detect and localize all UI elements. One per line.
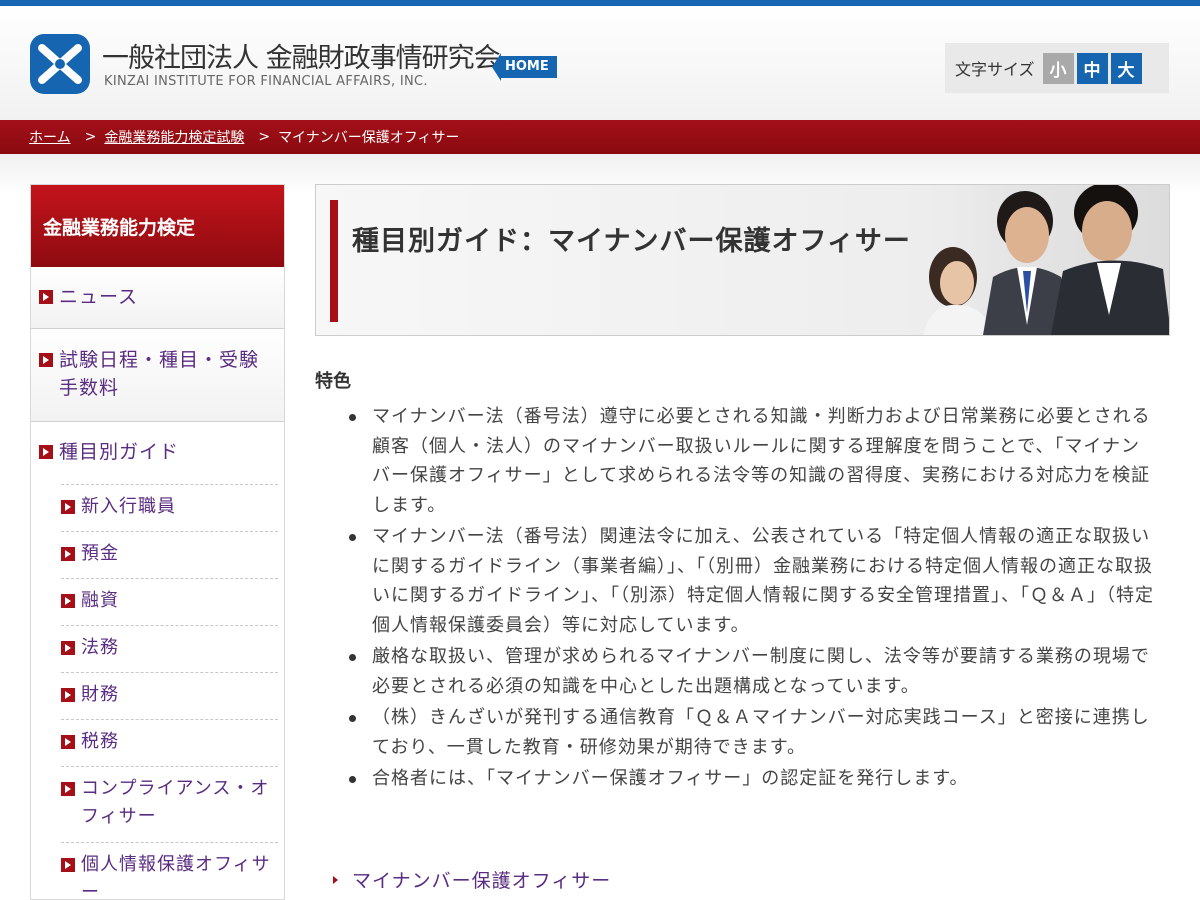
breadcrumb-current: マイナンバー保護オフィサー — [278, 130, 460, 146]
arrow-bullet-icon — [61, 547, 75, 561]
sidebar-subitem-compliance[interactable]: コンプライアンス・オフィサー — [61, 766, 278, 842]
my-number-officer-link[interactable]: マイナンバー保護オフィサー — [333, 866, 611, 893]
org-name-jp[interactable]: 一般社団法人 金融財政事情研究会 — [102, 36, 501, 75]
section-heading: 特色 — [315, 371, 351, 392]
arrow-bullet-icon — [61, 858, 75, 872]
arrow-bullet-icon — [39, 353, 53, 367]
sidebar-subitem-label: 融資 — [81, 590, 119, 611]
sidebar-subitem-label: 新入行職員 — [81, 496, 176, 517]
sidebar-subitem-label: コンプライアンス・オフィサー — [81, 778, 270, 827]
breadcrumb-link-exam[interactable]: 金融業務能力検定試験 — [104, 127, 244, 147]
list-item: マイナンバー法（番号法）関連法令に加え、公表されている「特定個人情報の適正な取扱… — [343, 522, 1158, 640]
sidebar-subitem-label: 税務 — [81, 731, 119, 752]
sidebar-heading: 金融業務能力検定 — [31, 185, 284, 267]
sidebar-subitem-label: 法務 — [81, 637, 119, 658]
home-button[interactable]: HOME — [492, 53, 557, 81]
sidebar-item-schedule[interactable]: 試験日程・種目・受験手数料 — [31, 329, 284, 422]
list-item: 合格者には、「マイナンバー保護オフィサー」の認定証を発行します。 — [343, 764, 1158, 794]
sidebar-item-label: 試験日程・種目・受験手数料 — [59, 349, 260, 399]
breadcrumb-separator: > — [84, 129, 97, 145]
list-item: （株）きんざいが発刊する通信教育「Ｑ＆Ａマイナンバー対応実践コース」と密接に連携… — [343, 703, 1158, 762]
page-title-banner: 種目別ガイド：マイナンバー保護オフィサー — [315, 184, 1170, 336]
arrow-bullet-icon — [61, 500, 75, 514]
sidebar-subitem-label: 個人情報保護オフィサー — [81, 854, 271, 900]
site-header: 一般社団法人 金融財政事情研究会 KINZAI INSTITUTE FOR FI… — [0, 6, 1200, 120]
triangle-bullet-icon — [333, 875, 338, 884]
breadcrumb-link-home[interactable]: ホーム — [29, 127, 71, 147]
sidebar-subitem-loan[interactable]: 融資 — [61, 578, 278, 625]
breadcrumb-separator: > — [258, 129, 271, 145]
arrow-bullet-icon — [61, 594, 75, 608]
sidebar-subitem-legal[interactable]: 法務 — [61, 625, 278, 672]
arrow-bullet-icon — [39, 445, 53, 459]
link-label: マイナンバー保護オフィサー — [352, 870, 612, 892]
font-size-medium-button[interactable]: 中 — [1076, 52, 1108, 84]
sidebar-item-label: ニュース — [59, 286, 139, 308]
title-accent-bar — [330, 200, 338, 322]
feature-list: マイナンバー法（番号法）遵守に必要とされる知識・判断力および日常業務に必要とされ… — [343, 402, 1158, 796]
home-label: HOME — [501, 56, 557, 78]
arrow-bullet-icon — [61, 735, 75, 749]
sidebar-subitem-deposit[interactable]: 預金 — [61, 531, 278, 578]
breadcrumb: ホーム > 金融業務能力検定試験 > マイナンバー保護オフィサー — [0, 120, 1200, 154]
list-item: 厳格な取扱い、管理が求められるマイナンバー制度に関し、法令等が要請する業務の現場… — [343, 642, 1158, 701]
arrow-bullet-icon — [61, 782, 75, 796]
sidebar-item-label: 種目別ガイド — [59, 441, 180, 463]
sidebar-subitem-new-employee[interactable]: 新入行職員 — [61, 484, 278, 531]
sidebar-subitem-label: 預金 — [81, 543, 119, 564]
sidebar-subitem-privacy[interactable]: 個人情報保護オフィサー — [61, 842, 278, 900]
font-size-small-button[interactable]: 小 — [1042, 52, 1074, 84]
arrow-bullet-icon — [61, 688, 75, 702]
org-name-en: KINZAI INSTITUTE FOR FINANCIAL AFFAIRS, … — [104, 74, 428, 89]
sidebar-item-news[interactable]: ニュース — [31, 267, 284, 329]
sidebar-sub-list: 新入行職員 預金 融資 法務 財務 税務 コンプライアンス・オフィサー 個人情報… — [31, 484, 284, 900]
arrow-bullet-icon — [39, 290, 53, 304]
font-size-switcher: 文字サイズ 小 中 大 — [945, 43, 1169, 93]
business-people-photo — [901, 185, 1169, 335]
list-item: マイナンバー法（番号法）遵守に必要とされる知識・判断力および日常業務に必要とされ… — [343, 402, 1158, 520]
sidebar-subitem-label: 財務 — [81, 684, 119, 705]
sidebar-item-guide[interactable]: 種目別ガイド — [31, 422, 284, 484]
font-size-large-button[interactable]: 大 — [1110, 52, 1142, 84]
sidebar-subitem-tax[interactable]: 税務 — [61, 719, 278, 766]
kinzai-logo-icon[interactable] — [28, 32, 92, 96]
page-title: 種目別ガイド：マイナンバー保護オフィサー — [352, 226, 911, 257]
sidebar-nav: 金融業務能力検定 ニュース 試験日程・種目・受験手数料 種目別ガイド 新入行職員… — [30, 184, 285, 900]
home-arrow-icon — [492, 53, 501, 81]
font-size-label: 文字サイズ — [955, 60, 1035, 79]
sidebar-subitem-finance[interactable]: 財務 — [61, 672, 278, 719]
arrow-bullet-icon — [61, 641, 75, 655]
